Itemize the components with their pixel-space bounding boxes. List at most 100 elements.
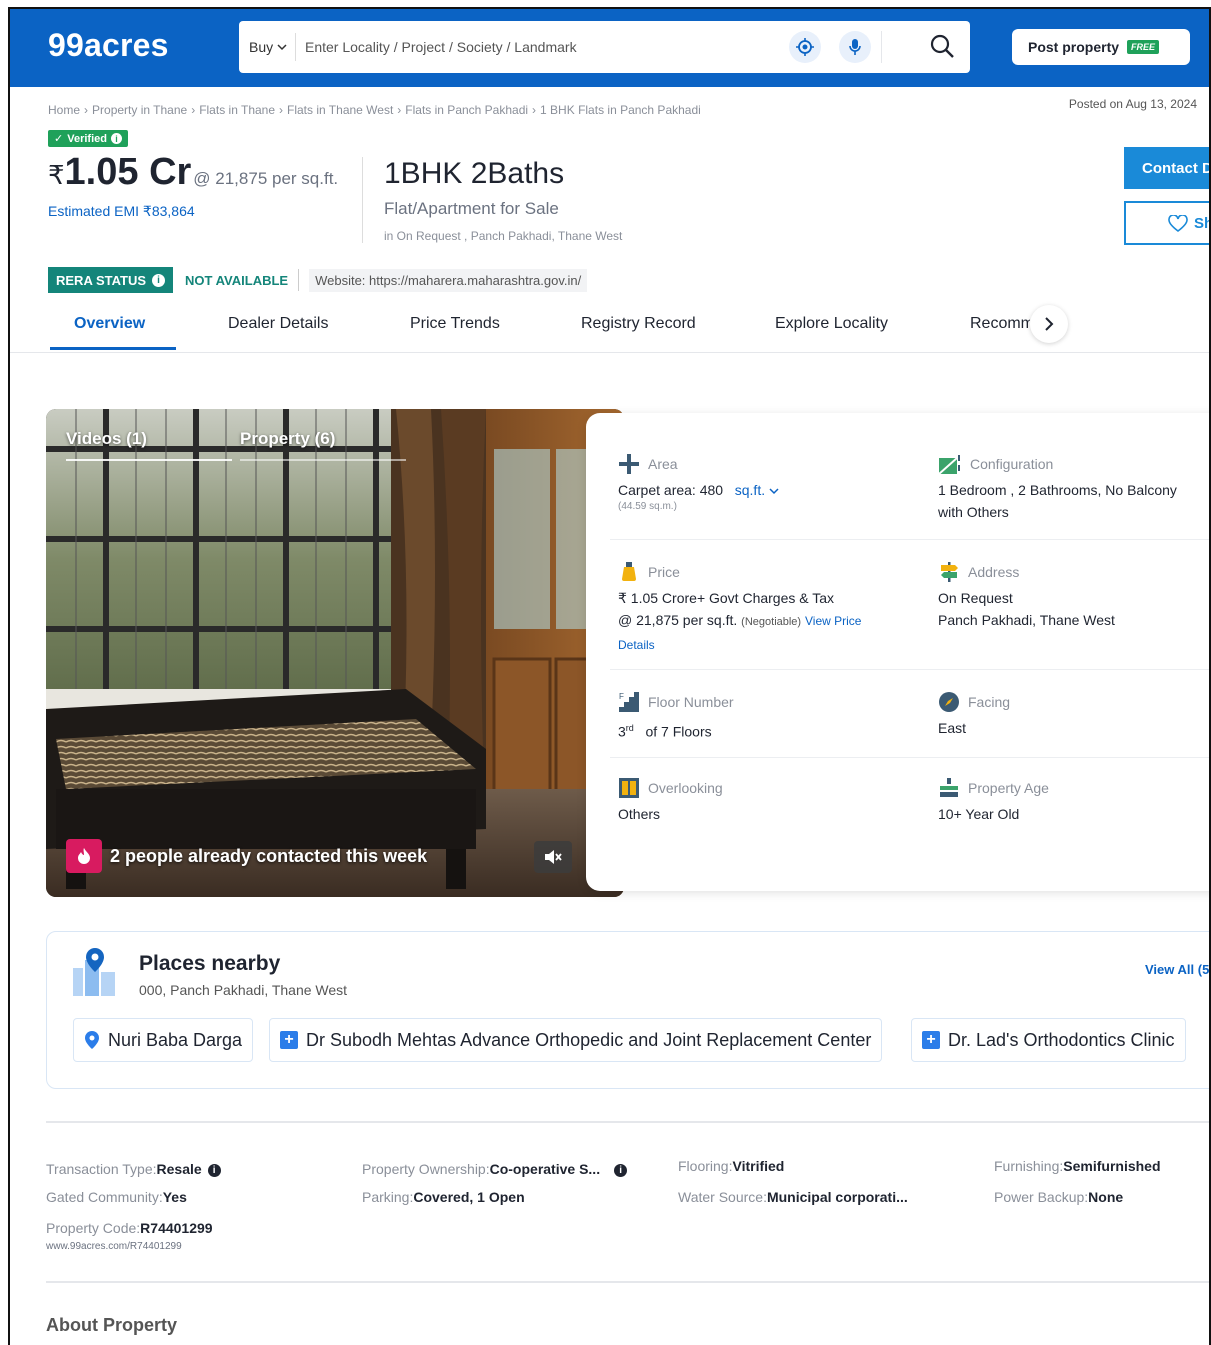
price-per-sqft: @ 21,875 per sq.ft. <box>193 169 339 188</box>
feature-flooring: Flooring:Vitrified <box>678 1158 785 1174</box>
feature-label: Property Ownership <box>362 1161 486 1177</box>
window-icon <box>619 778 639 798</box>
chevron-down-icon <box>277 44 287 51</box>
search-button[interactable] <box>929 33 957 61</box>
place-name: Dr Subodh Mehtas Advance Orthopedic and … <box>306 1029 872 1050</box>
section-divider <box>46 1121 1209 1123</box>
price-detail-sqft: @ 21,875 per sq.ft. <box>618 612 738 628</box>
room-photo <box>46 409 624 897</box>
area-value: Carpet area: 480 <box>618 482 724 498</box>
gallery-tab-videos-underline <box>66 459 232 461</box>
listing-subtitle: Flat/Apartment for Sale <box>384 199 559 218</box>
map-pin-icon <box>85 1031 99 1049</box>
tab-overview[interactable]: Overview <box>74 315 145 333</box>
compass-icon <box>939 692 959 712</box>
voice-search-button[interactable] <box>839 31 871 63</box>
place-chip[interactable]: + Dr. Lad's Orthodontics Clinic <box>911 1018 1186 1062</box>
floor-number: 3 <box>618 723 626 740</box>
feature-value: Covered, 1 Open <box>413 1189 525 1205</box>
detail-facing: Facing East <box>938 691 1209 739</box>
breadcrumb-flats-panch-pakhadi[interactable]: Flats in Panch Pakhadi <box>405 103 528 117</box>
tab-registry-record[interactable]: Registry Record <box>581 315 696 333</box>
floor-label: Floor Number <box>648 694 734 710</box>
microphone-icon <box>849 39 861 55</box>
breadcrumb-home[interactable]: Home <box>48 103 80 117</box>
feature-value: Municipal corporati... <box>766 1189 908 1205</box>
search-input[interactable] <box>305 31 775 63</box>
tab-recommendations[interactable]: Recomm <box>970 315 1030 333</box>
configuration-icon <box>938 455 960 475</box>
view-price-details-link[interactable]: View Price <box>805 614 861 628</box>
place-name: Nuri Baba Darga <box>108 1029 243 1050</box>
breadcrumb-flats-thane[interactable]: Flats in Thane <box>199 103 275 117</box>
place-name: Dr. Lad's Orthodontics Clinic <box>948 1029 1175 1050</box>
address-value: On Request <box>938 590 1013 606</box>
feature-label: Power Backup <box>994 1189 1085 1205</box>
price-value: 1.05 Cr <box>64 151 192 193</box>
configuration-value: 1 Bedroom , 2 Bathrooms, No Balcony <box>938 482 1177 498</box>
price-block: ₹ 1.05 Cr @ 21,875 per sq.ft. <box>48 151 338 194</box>
rera-status-label: RERA STATUS <box>56 272 147 288</box>
address-value-2: Panch Pakhadi, Thane West <box>938 612 1115 628</box>
search-icon <box>930 34 954 58</box>
breadcrumb-flats-thane-west[interactable]: Flats in Thane West <box>287 103 393 117</box>
rupee-symbol: ₹ <box>48 160 65 190</box>
rera-status-value: NOT AVAILABLE <box>185 272 289 288</box>
gallery-tab-property[interactable]: Property (6) <box>240 429 335 449</box>
tab-price-trends[interactable]: Price Trends <box>410 315 500 333</box>
info-icon[interactable]: i <box>152 273 166 287</box>
area-unit-dropdown[interactable]: sq.ft. <box>735 482 779 498</box>
search-divider-2 <box>881 31 882 63</box>
detail-area: Area Carpet area: 480 sq.ft. (44.59 sq.m… <box>618 453 908 512</box>
details-divider <box>610 539 1209 540</box>
view-all-places-link[interactable]: View All (56) <box>1145 962 1209 977</box>
property-age-label: Property Age <box>968 780 1049 796</box>
signpost-icon <box>941 562 958 582</box>
feature-label: Transaction Type <box>46 1161 153 1177</box>
hourglass-icon <box>940 778 958 797</box>
mute-button[interactable] <box>534 841 572 873</box>
chevron-right-icon <box>1045 317 1054 331</box>
details-divider <box>610 757 1209 758</box>
info-icon[interactable]: i <box>614 1163 628 1177</box>
buy-dropdown[interactable]: Buy <box>249 39 287 55</box>
detail-floor: F Floor Number 3rd of 7 Floors <box>618 691 908 743</box>
locate-me-button[interactable] <box>789 31 821 63</box>
feature-label: Parking <box>362 1189 410 1205</box>
gallery-tab-videos[interactable]: Videos (1) <box>66 429 147 449</box>
city-pin-icon <box>73 948 115 996</box>
search-divider <box>295 33 296 61</box>
search-box: Buy <box>239 21 970 73</box>
tabs-next-button[interactable] <box>1030 305 1068 343</box>
view-price-details-link-2[interactable]: Details <box>618 638 655 652</box>
tab-dealer-details[interactable]: Dealer Details <box>228 315 328 333</box>
target-icon <box>796 38 814 56</box>
feature-furnishing: Furnishing:Semifurnished <box>994 1158 1161 1174</box>
post-property-button[interactable]: Post property FREE <box>1012 29 1190 65</box>
summary-divider <box>362 157 363 243</box>
contact-dealer-button[interactable]: Contact Dealer <box>1124 147 1209 189</box>
feature-water-source: Water Source:Municipal corporati... <box>678 1189 908 1205</box>
rera-website[interactable]: Website: https://maharera.maharashtra.go… <box>309 268 588 292</box>
rera-row: RERA STATUS i NOT AVAILABLE Website: htt… <box>48 267 588 293</box>
place-chip[interactable]: Nuri Baba Darga <box>73 1018 254 1062</box>
heart-icon <box>1168 215 1188 233</box>
contacted-text: 2 people already contacted this week <box>110 845 428 866</box>
shortlist-button[interactable]: Shortlist <box>1124 201 1209 245</box>
property-details-card: Area Carpet area: 480 sq.ft. (44.59 sq.m… <box>586 413 1209 891</box>
info-icon[interactable]: i <box>110 133 122 144</box>
listing-title: 1BHK 2Baths <box>384 157 565 190</box>
posted-date: Posted on Aug 13, 2024 <box>1068 97 1197 111</box>
feature-ownership: Property Ownership:Co-operative S... i <box>362 1161 628 1177</box>
site-logo[interactable]: 99acres <box>48 27 169 64</box>
photo-gallery[interactable]: Videos (1) Property (6) 2 people already… <box>46 409 624 897</box>
breadcrumb-property-thane[interactable]: Property in Thane <box>92 103 187 117</box>
info-icon[interactable]: i <box>207 1163 221 1177</box>
floor-icon: F <box>619 692 639 712</box>
hospital-icon: + <box>922 1031 940 1049</box>
estimated-emi-link[interactable]: Estimated EMI ₹83,864 <box>48 203 195 220</box>
property-url[interactable]: www.99acres.com/R74401299 <box>46 1241 182 1252</box>
tab-explore-locality[interactable]: Explore Locality <box>775 315 888 333</box>
section-divider <box>46 1281 1209 1283</box>
place-chip[interactable]: + Dr Subodh Mehtas Advance Orthopedic an… <box>269 1018 883 1062</box>
